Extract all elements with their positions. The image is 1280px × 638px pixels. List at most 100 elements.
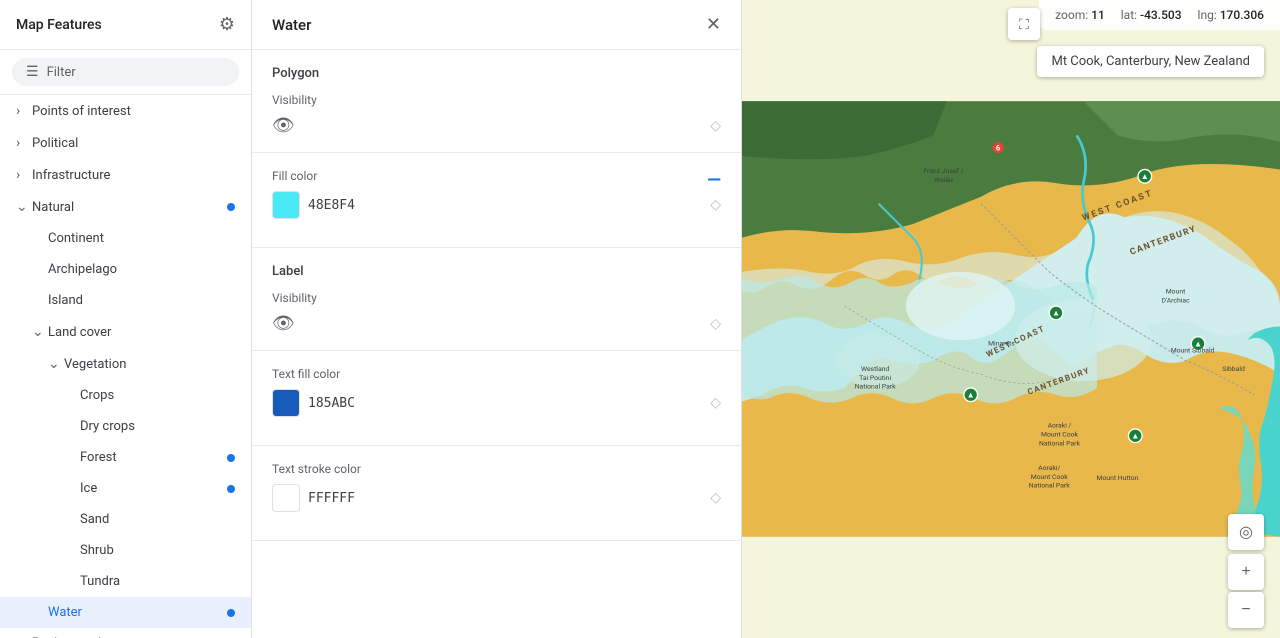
fill-color-swatch[interactable] [272,191,300,219]
svg-text:Mount Sibbald: Mount Sibbald [1171,346,1215,354]
svg-text:Mount Cook: Mount Cook [1041,430,1078,438]
fullscreen-icon: ⛶ [1019,16,1029,33]
fill-color-row: 48E8F4 ◇ [272,191,721,219]
svg-text:D'Archiac: D'Archiac [1161,297,1190,305]
sidebar-label-island: Island [48,293,235,308]
svg-text:Aoraki /: Aoraki / [1048,422,1072,430]
zoom-in-icon: + [1241,563,1250,581]
label-section: Label Visibility 👁 ◇ [252,248,741,351]
gear-icon[interactable]: ⚙ [219,14,235,35]
locate-button[interactable]: ◎ [1228,514,1264,550]
sidebar-label-forest: Forest [80,450,227,465]
polygon-section-title: Polygon [272,66,721,81]
sidebar-item-dry-crops[interactable]: Dry crops [0,411,251,442]
sidebar-item-crops[interactable]: Crops [0,380,251,411]
svg-text:Tai Poutini: Tai Poutini [859,374,891,382]
text-fill-color-swatch[interactable] [272,389,300,417]
sidebar-label-political: Political [32,136,235,151]
sidebar-item-sand[interactable]: Sand [0,504,251,535]
filter-bar: ☰ Filter [0,50,251,95]
sidebar-header: Map Features ⚙ [0,0,251,50]
sidebar-item-background[interactable]: Background [0,628,251,638]
chevron-icon-infrastructure: › [16,167,28,183]
text-fill-color-hex: 185ABC [308,396,355,411]
svg-text:Aoraki/: Aoraki/ [1038,464,1060,472]
svg-text:▲: ▲ [967,390,975,400]
svg-text:▲: ▲ [1131,430,1139,440]
sidebar-label-infrastructure: Infrastructure [32,168,235,183]
text-stroke-color-hex: FFFFFF [308,491,355,506]
diamond-icon-text-stroke[interactable]: ◇ [710,490,721,506]
polygon-visibility-row: 👁 ◇ [272,115,721,136]
zoom-out-icon: − [1241,601,1250,619]
polygon-section: Polygon Visibility 👁 ◇ [252,50,741,153]
dot-forest [227,454,235,462]
visibility-label-polygon: Visibility [272,93,721,107]
svg-text:Franz Josef /: Franz Josef / [923,167,963,175]
diamond-icon-polygon[interactable]: ◇ [710,118,721,134]
panel-title: Water [272,16,311,34]
text-stroke-color-label: Text stroke color [272,462,721,476]
svg-text:Sibbald: Sibbald [1222,365,1245,373]
svg-text:Mount: Mount [1166,288,1186,296]
map-topbar: zoom: 11 lat: -43.503 lng: 170.306 [1039,0,1280,30]
sidebar-label-shrub: Shrub [80,543,235,558]
dot-natural [227,203,235,211]
sidebar-item-ice[interactable]: Ice [0,473,251,504]
sidebar-item-vegetation[interactable]: ⌄ Vegetation [0,348,251,380]
sidebar-item-land-cover[interactable]: ⌄Land cover [0,316,251,348]
location-text: Mt Cook, Canterbury, New Zealand [1051,54,1250,69]
text-stroke-color-swatch[interactable] [272,484,300,512]
sidebar-label-points-of-interest: Points of interest [32,104,235,119]
sidebar-item-points-of-interest[interactable]: ›Points of interest [0,95,251,127]
fill-color-hex: 48E8F4 [308,198,355,213]
sidebar-item-shrub[interactable]: Shrub [0,535,251,566]
svg-text:Minarets: Minarets [988,340,1015,348]
sidebar-item-forest[interactable]: Forest [0,442,251,473]
dot-ice [227,485,235,493]
eye-icon-label[interactable]: 👁 [272,313,295,334]
sidebar-label-continent: Continent [48,231,235,246]
lng-label: lng: 170.306 [1198,8,1264,22]
svg-text:National Park: National Park [1039,439,1080,447]
svg-text:Westland: Westland [861,365,889,373]
sidebar-label-natural: Natural [32,200,227,215]
sidebar-item-continent[interactable]: Continent [0,223,251,254]
sidebar-item-archipelago[interactable]: Archipelago [0,254,251,285]
lat-label: lat: -43.503 [1121,8,1182,22]
close-icon[interactable]: ✕ [706,14,721,35]
zoom-in-button[interactable]: + [1228,554,1264,590]
diamond-icon-fill[interactable]: ◇ [710,197,721,213]
zoom-out-button[interactable]: − [1228,592,1264,628]
filter-placeholder: Filter [47,65,76,80]
text-fill-color-section: Text fill color 185ABC ◇ [252,351,741,446]
svg-text:Mount Hutton: Mount Hutton [1097,474,1139,482]
map-area[interactable]: zoom: 11 lat: -43.503 lng: 170.306 ⛶ Mt … [742,0,1280,638]
sidebar-item-tundra[interactable]: Tundra [0,566,251,597]
sidebar-label-vegetation: Vegetation [64,357,235,372]
label-visibility-row: 👁 ◇ [272,313,721,334]
sidebar-item-water[interactable]: Water [0,597,251,628]
eye-icon-polygon[interactable]: 👁 [272,115,295,136]
svg-text:▲: ▲ [1052,308,1060,318]
sidebar-label-water: Water [48,605,227,620]
sidebar-item-natural[interactable]: ⌄Natural [0,191,251,223]
svg-text:▲: ▲ [1141,171,1149,181]
sidebar-label-archipelago: Archipelago [48,262,235,277]
text-stroke-color-control: FFFFFF [272,484,355,512]
sidebar-title: Map Features [16,17,102,33]
fullscreen-button[interactable]: ⛶ [1008,8,1040,40]
location-tooltip: Mt Cook, Canterbury, New Zealand [1037,46,1264,77]
sidebar-item-island[interactable]: Island [0,285,251,316]
sidebar-item-infrastructure[interactable]: › Infrastructure [0,159,251,191]
filter-input-container[interactable]: ☰ Filter [12,58,239,86]
label-section-title: Label [272,264,721,279]
dot-water [227,609,235,617]
feature-panel: Water ✕ Polygon Visibility 👁 ◇ Fill colo… [252,0,742,638]
sidebar-item-political[interactable]: ›Political [0,127,251,159]
fill-color-section: Fill color — 48E8F4 ◇ [252,153,741,248]
fill-color-remove-icon[interactable]: — [707,170,721,191]
chevron-icon-vegetation: ⌄ [48,356,60,372]
diamond-icon-label[interactable]: ◇ [710,316,721,332]
diamond-icon-text-fill[interactable]: ◇ [710,395,721,411]
